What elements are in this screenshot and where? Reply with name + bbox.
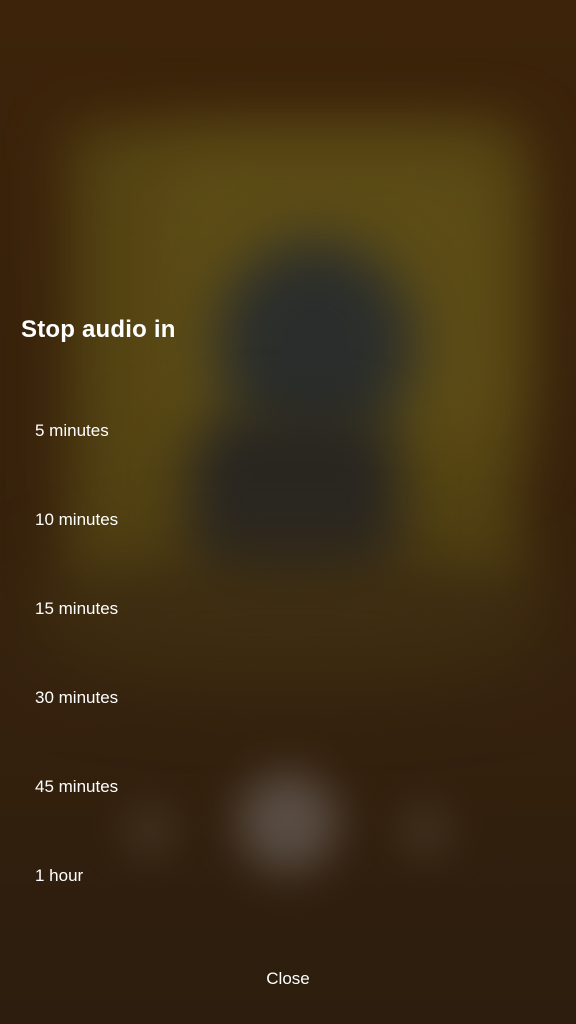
sheet-title: Stop audio in	[21, 316, 176, 343]
close-button[interactable]: Close	[0, 954, 576, 1004]
timer-option-30-minutes[interactable]: 30 minutes	[0, 653, 576, 742]
timer-option-1-hour[interactable]: 1 hour	[0, 831, 576, 920]
timer-option-10-minutes[interactable]: 10 minutes	[0, 475, 576, 564]
sleep-timer-sheet: Stop audio in 5 minutes 10 minutes 15 mi…	[0, 0, 576, 1024]
timer-option-5-minutes[interactable]: 5 minutes	[0, 386, 576, 475]
timer-option-15-minutes[interactable]: 15 minutes	[0, 564, 576, 653]
timer-option-45-minutes[interactable]: 45 minutes	[0, 742, 576, 831]
timer-options-list: 5 minutes 10 minutes 15 minutes 30 minut…	[0, 386, 576, 920]
